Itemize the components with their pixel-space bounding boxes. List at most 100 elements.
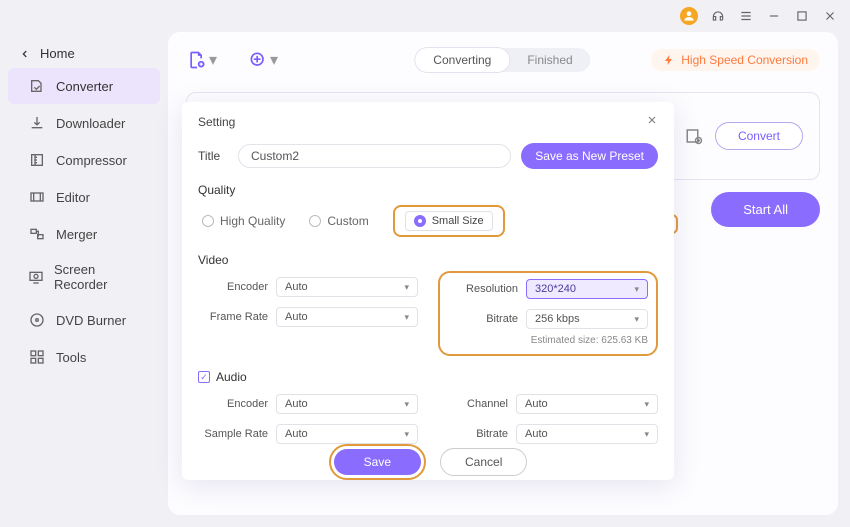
chevron-down-icon: ▾ xyxy=(404,429,409,440)
chevron-down-icon: ▾ xyxy=(404,282,409,293)
sidebar-item-label: Tools xyxy=(56,350,86,365)
close-icon[interactable] xyxy=(646,114,658,129)
select-value: 256 kbps xyxy=(535,313,580,325)
add-folder-icon xyxy=(247,49,269,71)
format-settings-icon[interactable] xyxy=(685,127,703,145)
video-heading: Video xyxy=(198,253,228,267)
quality-custom-radio[interactable]: Custom xyxy=(309,214,368,228)
user-avatar[interactable] xyxy=(680,7,698,25)
save-preset-label: Save as New Preset xyxy=(535,149,644,163)
download-icon xyxy=(28,114,46,132)
sidebar-item-compressor[interactable]: Compressor xyxy=(8,142,160,178)
save-button[interactable]: Save xyxy=(334,449,421,475)
chevron-down-icon: ▾ xyxy=(634,314,639,325)
select-value: Auto xyxy=(285,311,308,323)
settings-modal: Setting Title Save as New Preset Quality… xyxy=(182,102,674,480)
tab-finished[interactable]: Finished xyxy=(509,48,590,72)
tab-label: Finished xyxy=(527,53,572,67)
sidebar-item-label: Merger xyxy=(56,227,97,242)
add-folder-button[interactable]: ▾ xyxy=(247,49,278,71)
sidebar-item-downloader[interactable]: Downloader xyxy=(8,105,160,141)
chevron-down-icon: ▾ xyxy=(209,50,217,70)
audio-channel-select[interactable]: Auto ▾ xyxy=(516,394,658,414)
save-highlight: Save xyxy=(329,444,426,480)
maximize-icon[interactable] xyxy=(794,8,810,24)
convert-button[interactable]: Convert xyxy=(715,122,803,150)
chevron-down-icon: ▾ xyxy=(634,284,639,295)
title-input[interactable] xyxy=(238,144,511,168)
video-encoder-select[interactable]: Auto ▾ xyxy=(276,277,418,297)
cancel-label: Cancel xyxy=(465,455,502,469)
compress-icon xyxy=(28,151,46,169)
modal-title: Setting xyxy=(198,115,235,129)
chevron-down-icon: ▾ xyxy=(270,50,278,70)
merger-icon xyxy=(28,225,46,243)
start-all-label: Start All xyxy=(743,202,788,217)
video-resolution-label: Resolution xyxy=(448,283,518,295)
select-value: Auto xyxy=(525,428,548,440)
sidebar-item-dvd-burner[interactable]: DVD Burner xyxy=(8,302,160,338)
converter-icon xyxy=(28,77,46,95)
close-icon[interactable] xyxy=(822,8,838,24)
tab-converting[interactable]: Converting xyxy=(415,48,509,72)
estimated-size: Estimated size: 625.63 KB xyxy=(448,335,648,346)
audio-encoder-select[interactable]: Auto ▾ xyxy=(276,394,418,414)
audio-samplerate-select[interactable]: Auto ▾ xyxy=(276,424,418,444)
sidebar-item-label: Screen Recorder xyxy=(54,262,140,292)
quality-small-radio[interactable]: Small Size xyxy=(405,211,493,231)
audio-samplerate-label: Sample Rate xyxy=(198,428,268,440)
audio-checkbox[interactable]: ✓ Audio xyxy=(198,370,658,384)
sidebar: Home Converter Downloader Compressor Edi… xyxy=(0,32,168,527)
small-size-highlight: Small Size xyxy=(393,205,505,237)
high-speed-badge[interactable]: High Speed Conversion xyxy=(651,49,820,71)
menu-icon[interactable] xyxy=(738,8,754,24)
sidebar-item-merger[interactable]: Merger xyxy=(8,216,160,252)
sidebar-item-converter[interactable]: Converter xyxy=(8,68,160,104)
sidebar-item-label: DVD Burner xyxy=(56,313,126,328)
select-value: 320*240 xyxy=(535,283,576,295)
radio-dot xyxy=(309,215,321,227)
tab-label: Converting xyxy=(433,53,491,67)
chevron-down-icon: ▾ xyxy=(644,399,649,410)
editor-icon xyxy=(28,188,46,206)
dvd-icon xyxy=(28,311,46,329)
status-tabs: Converting Finished xyxy=(415,48,590,72)
audio-bitrate-label: Bitrate xyxy=(438,428,508,440)
video-bitrate-select[interactable]: 256 kbps ▾ xyxy=(526,309,648,329)
recorder-icon xyxy=(28,268,44,286)
quality-high-radio[interactable]: High Quality xyxy=(202,214,285,228)
select-value: Auto xyxy=(285,428,308,440)
sidebar-item-label: Downloader xyxy=(56,116,125,131)
lightning-icon xyxy=(663,54,675,66)
select-value: Auto xyxy=(285,398,308,410)
select-value: Auto xyxy=(525,398,548,410)
save-preset-button[interactable]: Save as New Preset xyxy=(521,143,658,169)
sidebar-item-label: Editor xyxy=(56,190,90,205)
audio-channel-label: Channel xyxy=(438,398,508,410)
tools-icon xyxy=(28,348,46,366)
radio-label: Custom xyxy=(327,214,368,228)
cancel-button[interactable]: Cancel xyxy=(440,448,527,476)
audio-encoder-label: Encoder xyxy=(198,398,268,410)
minimize-icon[interactable] xyxy=(766,8,782,24)
chevron-down-icon: ▾ xyxy=(404,312,409,323)
add-file-button[interactable]: ▾ xyxy=(186,49,217,71)
headset-icon[interactable] xyxy=(710,8,726,24)
back-home[interactable]: Home xyxy=(0,40,168,67)
add-file-icon xyxy=(186,49,208,71)
sidebar-item-tools[interactable]: Tools xyxy=(8,339,160,375)
radio-dot xyxy=(202,215,214,227)
sidebar-item-editor[interactable]: Editor xyxy=(8,179,160,215)
video-resolution-select[interactable]: 320*240 ▾ xyxy=(526,279,648,299)
sidebar-item-label: Converter xyxy=(56,79,113,94)
title-field-label: Title xyxy=(198,149,228,163)
audio-bitrate-select[interactable]: Auto▾ xyxy=(516,424,658,444)
video-framerate-select[interactable]: Auto ▾ xyxy=(276,307,418,327)
chevron-down-icon: ▾ xyxy=(404,399,409,410)
sidebar-item-screen-recorder[interactable]: Screen Recorder xyxy=(8,253,160,301)
select-value: Auto xyxy=(285,281,308,293)
sidebar-item-label: Compressor xyxy=(56,153,127,168)
window-titlebar xyxy=(0,0,850,32)
start-all-button[interactable]: Start All xyxy=(711,192,820,227)
hsc-label: High Speed Conversion xyxy=(681,53,808,67)
